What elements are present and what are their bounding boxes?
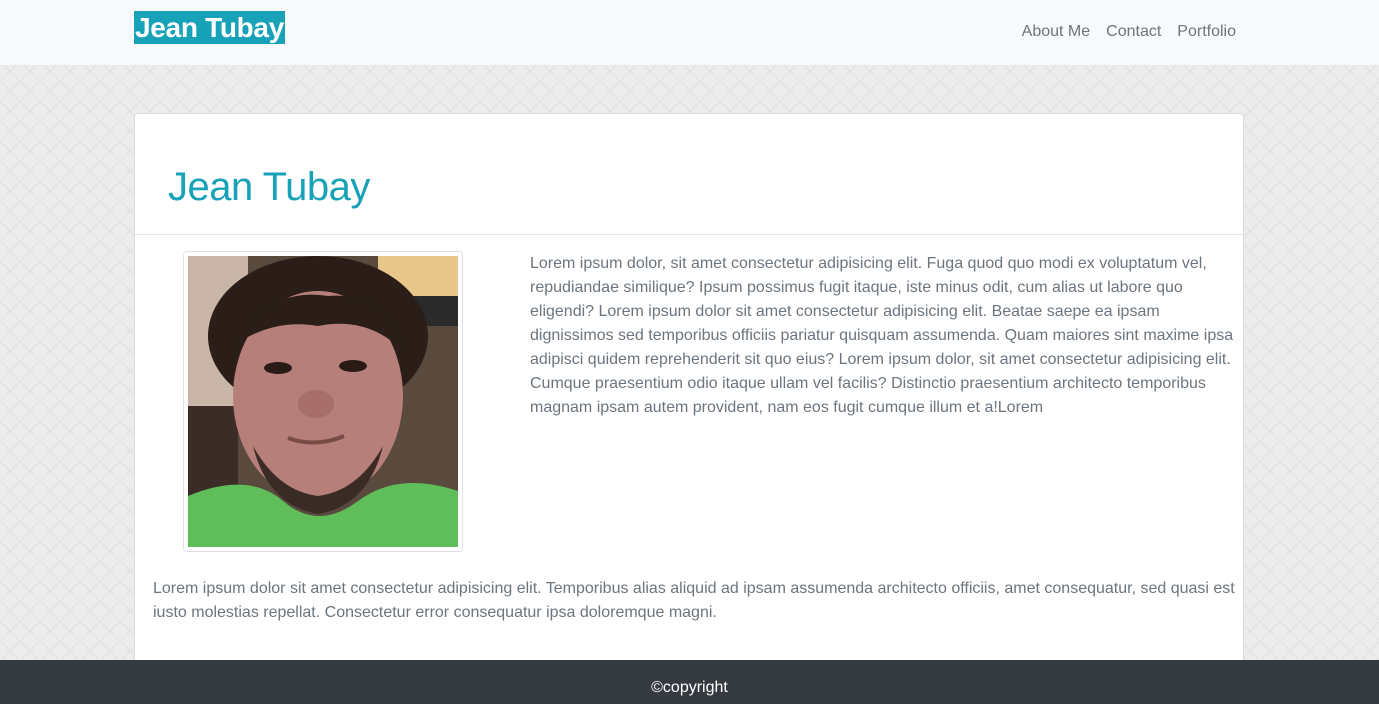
about-card: Jean Tubay Lorem ipsum dolor, sit amet c… xyxy=(134,113,1244,675)
nav-link-contact[interactable]: Contact xyxy=(1106,22,1161,42)
profile-photo-frame xyxy=(183,251,463,552)
card-header: Jean Tubay xyxy=(135,114,1243,235)
page-title: Jean Tubay xyxy=(168,165,370,209)
profile-photo xyxy=(188,256,458,547)
nav-link-about-me[interactable]: About Me xyxy=(1022,22,1090,42)
bio-text: Lorem ipsum dolor, sit amet consectetur … xyxy=(530,255,1234,416)
nav-link-portfolio[interactable]: Portfolio xyxy=(1177,22,1236,42)
navbar: Jean Tubay About Me Contact Portfolio xyxy=(0,0,1379,65)
copyright-text: ©copyright xyxy=(651,679,728,696)
footer: ©copyright xyxy=(0,660,1379,704)
nav-links: About Me Contact Portfolio xyxy=(1022,22,1236,42)
brand-link[interactable]: Jean Tubay xyxy=(134,11,285,44)
bio-bottom-text: Lorem ipsum dolor sit amet consectetur a… xyxy=(153,580,1235,621)
